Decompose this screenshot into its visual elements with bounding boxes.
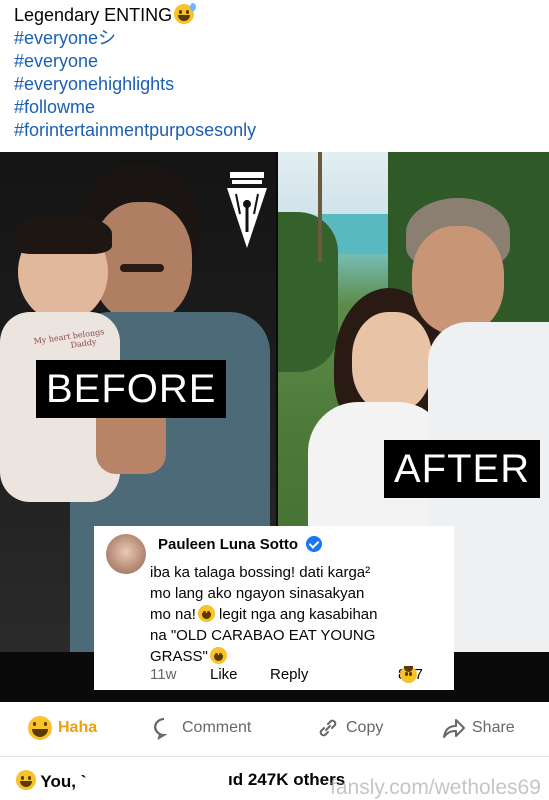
comment-bubble-icon — [154, 718, 168, 740]
verified-badge-icon — [306, 536, 322, 552]
after-label: AFTER — [384, 440, 541, 498]
post-action-bar: Haha Comment Copy Share — [0, 704, 549, 756]
comment-author: Pauleen Luna Sotto — [158, 536, 299, 553]
link-icon — [319, 719, 337, 737]
comment-time: 11w — [150, 666, 177, 683]
reaction-summary[interactable]: You, ` ıd 247K others — [14, 770, 345, 792]
haha-icon — [16, 770, 36, 790]
comment-like-link[interactable]: Like — [210, 666, 238, 683]
laughing-emoji-icon — [400, 666, 417, 683]
share-button[interactable]: Share — [442, 716, 515, 740]
watermark: fansly.com/wetholes69 — [330, 776, 541, 799]
post-caption: Legendary ENTING #everyoneシ #everyone #e… — [14, 3, 534, 142]
hashtag-link[interactable]: #everyoneシ — [14, 27, 534, 50]
copy-button[interactable]: Copy — [316, 716, 383, 740]
hashtag-link[interactable]: #forintertainmentpurposesonly — [14, 119, 534, 142]
caption-title: Legendary ENTING — [14, 3, 534, 27]
sweat-smile-emoji-icon — [174, 3, 197, 24]
hashtag-link[interactable]: #everyone — [14, 50, 534, 73]
haha-reaction-button[interactable]: Haha — [26, 716, 97, 740]
avatar — [106, 534, 146, 574]
before-label: BEFORE — [36, 360, 227, 418]
share-arrow-icon — [443, 719, 465, 738]
haha-icon — [28, 716, 52, 740]
hashtag-link[interactable]: #followme — [14, 96, 534, 119]
reaction-summary-tail: ıd 247K others — [228, 770, 346, 789]
comment-text: iba ka talaga bossing! dati karga² mo la… — [150, 564, 378, 665]
divider — [0, 756, 549, 757]
hashtag-link[interactable]: #everyonehighlights — [14, 73, 534, 96]
comment-button[interactable]: Comment — [152, 716, 251, 740]
sweat-smile-emoji-icon — [197, 605, 215, 622]
comment-reply-link[interactable]: Reply — [270, 666, 308, 683]
screenshot-comment-card: Pauleen Luna Sotto iba ka talaga bossing… — [94, 526, 454, 690]
pen-nib-logo-icon — [227, 172, 267, 248]
laughing-emoji-icon — [209, 647, 227, 664]
